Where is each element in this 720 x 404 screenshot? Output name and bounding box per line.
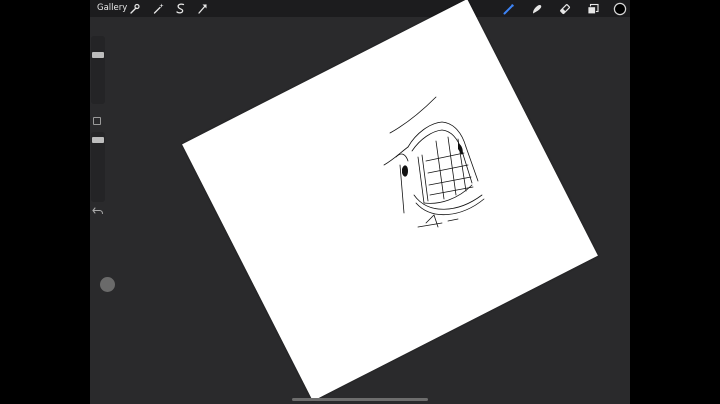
color-swatch-icon[interactable] bbox=[613, 2, 627, 16]
magic-wand-icon[interactable] bbox=[152, 2, 165, 15]
sketch-drawing bbox=[383, 96, 485, 228]
brush-size-handle[interactable] bbox=[92, 52, 104, 58]
modify-button[interactable] bbox=[93, 117, 101, 125]
sidebar bbox=[91, 36, 105, 236]
layers-icon[interactable] bbox=[586, 2, 600, 16]
floating-dot-button[interactable] bbox=[100, 277, 115, 292]
top-toolbar: Gallery bbox=[90, 0, 630, 17]
wrench-icon[interactable] bbox=[128, 2, 141, 15]
opacity-slider[interactable] bbox=[91, 132, 105, 202]
gallery-button[interactable]: Gallery bbox=[97, 1, 127, 16]
selection-icon[interactable] bbox=[174, 2, 187, 15]
home-indicator bbox=[292, 398, 428, 401]
brush-size-slider[interactable] bbox=[91, 36, 105, 104]
eraser-icon[interactable] bbox=[558, 2, 572, 16]
transform-icon[interactable] bbox=[196, 2, 209, 15]
smudge-icon[interactable] bbox=[530, 2, 544, 16]
opacity-handle[interactable] bbox=[92, 137, 104, 143]
procreate-app: Gallery bbox=[90, 0, 630, 404]
undo-icon[interactable] bbox=[91, 205, 105, 217]
brush-icon[interactable] bbox=[502, 2, 516, 16]
